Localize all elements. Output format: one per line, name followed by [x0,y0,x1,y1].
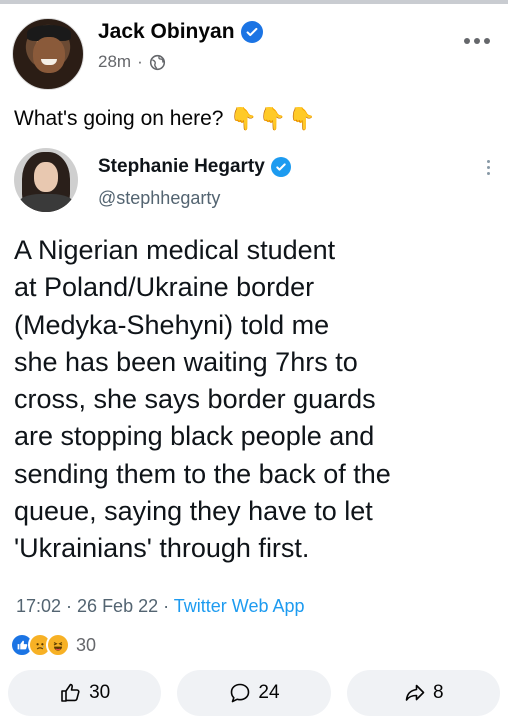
tweet-line: she has been waiting 7hrs to [14,346,358,377]
avatar-face [33,37,65,73]
tweet-line: 'Ukrainians' through first. [14,533,310,564]
post-caption: What's going on here? 👇👇👇 [14,106,318,132]
tweet-more-icon[interactable] [487,160,490,175]
tweet-line: sending them to the back of the [14,458,391,489]
top-strip [0,0,508,4]
meta-separator: · [137,52,143,71]
author-name-row: Jack Obinyan [98,20,263,44]
tweet-source[interactable]: Twitter Web App [174,596,305,616]
comment-icon [231,683,250,703]
tweet-line: (Medyka-Shehyni) told me [14,309,330,340]
reactions-summary[interactable]: 30 [10,633,96,657]
share-button[interactable]: 8 [346,670,500,716]
tweet-line: A Nigerian medical student [14,235,336,265]
reaction-count: 30 [76,634,97,655]
tweet-handle[interactable]: @stephhegarty [98,188,220,209]
pointing-down-emoji: 👇👇👇 [229,106,318,131]
author-name[interactable]: Jack Obinyan [98,20,235,44]
share-icon [405,684,425,701]
tweet-line: are stopping black people and [14,421,375,452]
post-header: Jack Obinyan 28m · [12,14,496,94]
more-options-icon[interactable] [464,38,490,44]
comment-button[interactable]: 24 [177,670,331,716]
tweet-timestamp: 17:02 · 26 Feb 22 · [16,596,174,616]
haha-reaction-icon [46,633,70,657]
tweet-name-row: Stephanie Hegarty [98,156,291,178]
tweet-line: queue, saying they have to let [14,496,373,527]
tweet-meta: 17:02 · 26 Feb 22 · Twitter Web App [16,596,305,617]
globe-icon [149,54,165,70]
caption-text: What's going on here? [14,107,224,130]
post-meta: 28m · [98,52,166,72]
twitter-verified-icon [270,157,291,177]
tweet-author-name[interactable]: Stephanie Hegarty [98,156,265,178]
tweet-line: cross, she says border guards [14,384,376,415]
post-actions: 30 24 8 [8,670,500,716]
like-button[interactable]: 30 [8,670,162,716]
tweet-author-avatar[interactable] [14,148,78,212]
comment-count: 24 [258,682,280,703]
post-time[interactable]: 28m [98,52,131,72]
verified-badge-icon [240,21,263,43]
like-count: 30 [89,682,111,703]
tweet-line: at Poland/Ukraine border [14,272,315,303]
avatar-shirt [18,194,74,212]
share-count: 8 [433,682,444,703]
tweet-text: A Nigerian medical student at Poland/Ukr… [14,232,496,568]
thumbs-up-icon [61,683,80,702]
avatar-face [34,162,58,192]
author-avatar[interactable] [12,18,84,90]
